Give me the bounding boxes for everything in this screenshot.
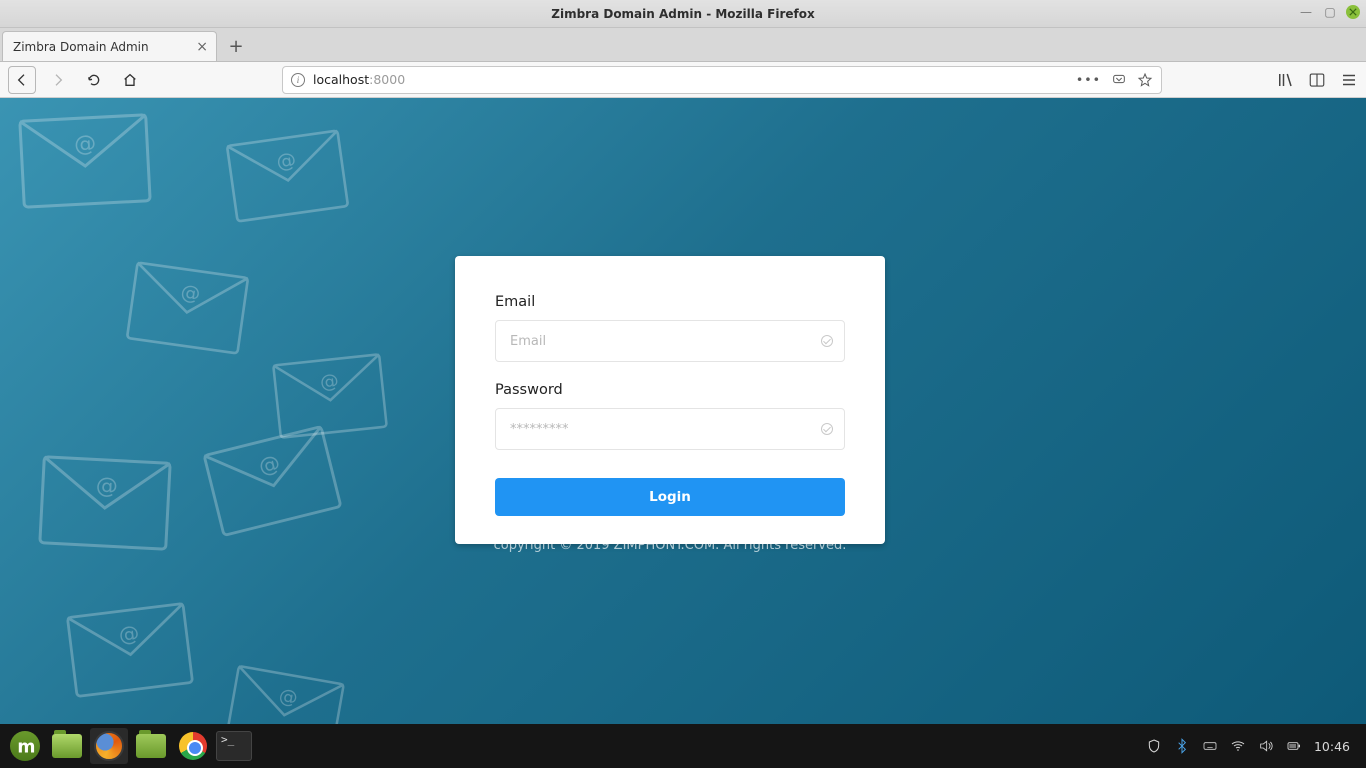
- url-port: :8000: [369, 72, 405, 87]
- validate-icon: [821, 423, 833, 435]
- login-card: Email Password Login: [455, 256, 885, 544]
- envelope-decoration: @: [125, 260, 250, 355]
- email-field[interactable]: [495, 320, 845, 362]
- url-host: localhost: [313, 72, 369, 87]
- start-menu-button[interactable]: m: [6, 728, 44, 764]
- validate-icon: [821, 335, 833, 347]
- svg-text:@: @: [179, 280, 201, 305]
- envelope-decoration: @: [271, 352, 388, 439]
- bookmark-star-icon[interactable]: [1137, 72, 1153, 88]
- reload-button[interactable]: [80, 66, 108, 94]
- system-tray: 10:46: [1146, 738, 1360, 754]
- taskbar-terminal[interactable]: >_: [216, 731, 252, 761]
- tab-title: Zimbra Domain Admin: [13, 40, 149, 54]
- copyright-text: copyright © 2019 ZIMPHONY.COM. All right…: [455, 538, 885, 553]
- volume-icon[interactable]: [1258, 738, 1274, 754]
- clock[interactable]: 10:46: [1314, 739, 1350, 754]
- site-info-icon[interactable]: i: [291, 73, 305, 87]
- tab-zimbra-admin[interactable]: Zimbra Domain Admin ×: [2, 31, 217, 61]
- login-button[interactable]: Login: [495, 478, 845, 516]
- reload-icon: [86, 72, 102, 88]
- page-actions-icon[interactable]: •••: [1076, 72, 1101, 87]
- terminal-icon: >_: [221, 733, 247, 759]
- firefox-icon: [94, 731, 124, 761]
- hamburger-menu-icon[interactable]: [1340, 71, 1358, 89]
- minimize-icon[interactable]: —: [1298, 4, 1314, 20]
- tab-close-icon[interactable]: ×: [196, 39, 208, 55]
- forward-button[interactable]: [44, 66, 72, 94]
- url-bar[interactable]: i localhost:8000 •••: [282, 66, 1162, 94]
- pocket-icon[interactable]: [1111, 72, 1127, 88]
- taskbar-files[interactable]: [132, 728, 170, 764]
- close-icon[interactable]: [1346, 5, 1360, 19]
- sidebar-icon[interactable]: [1308, 71, 1326, 89]
- svg-text:@: @: [117, 621, 140, 647]
- svg-text:@: @: [73, 131, 96, 157]
- home-button[interactable]: [116, 66, 144, 94]
- arrow-left-icon: [14, 72, 30, 88]
- shield-icon[interactable]: [1146, 738, 1162, 754]
- toolbar: i localhost:8000 •••: [0, 62, 1366, 98]
- envelope-decoration: @: [38, 455, 173, 552]
- envelope-decoration: @: [225, 128, 350, 223]
- svg-text:@: @: [275, 148, 297, 173]
- arrow-right-icon: [50, 72, 66, 88]
- envelope-decoration: @: [224, 664, 346, 724]
- home-icon: [122, 72, 138, 88]
- back-button[interactable]: [8, 66, 36, 94]
- envelope-decoration: @: [65, 601, 194, 699]
- password-field[interactable]: [495, 408, 845, 450]
- svg-text:@: @: [256, 450, 282, 479]
- window-titlebar: Zimbra Domain Admin - Mozilla Firefox — …: [0, 0, 1366, 28]
- tab-bar: Zimbra Domain Admin × +: [0, 28, 1366, 62]
- envelope-decoration: @: [18, 113, 153, 210]
- svg-text:m: m: [17, 738, 35, 758]
- taskbar-firefox[interactable]: [90, 728, 128, 764]
- battery-icon[interactable]: [1286, 738, 1302, 754]
- keyboard-icon[interactable]: [1202, 738, 1218, 754]
- show-desktop-button[interactable]: [48, 728, 86, 764]
- envelope-decoration: @: [201, 424, 343, 538]
- page-content: @ @ @ @ @ @ @ @ Email Password: [0, 98, 1366, 724]
- folder-icon: [136, 734, 166, 758]
- svg-text:@: @: [277, 685, 299, 709]
- new-tab-button[interactable]: +: [221, 31, 251, 61]
- taskbar: m >_ 10:46: [0, 724, 1366, 768]
- mint-logo-icon: m: [12, 733, 38, 759]
- svg-text:@: @: [319, 371, 340, 394]
- taskbar-chrome[interactable]: [174, 728, 212, 764]
- library-icon[interactable]: [1276, 71, 1294, 89]
- chrome-icon: [179, 732, 207, 760]
- svg-text:@: @: [95, 474, 118, 500]
- bluetooth-icon[interactable]: [1174, 738, 1190, 754]
- wifi-icon[interactable]: [1230, 738, 1246, 754]
- window-title: Zimbra Domain Admin - Mozilla Firefox: [551, 7, 814, 21]
- maximize-icon[interactable]: ▢: [1322, 4, 1338, 20]
- email-label: Email: [495, 294, 845, 310]
- password-label: Password: [495, 382, 845, 398]
